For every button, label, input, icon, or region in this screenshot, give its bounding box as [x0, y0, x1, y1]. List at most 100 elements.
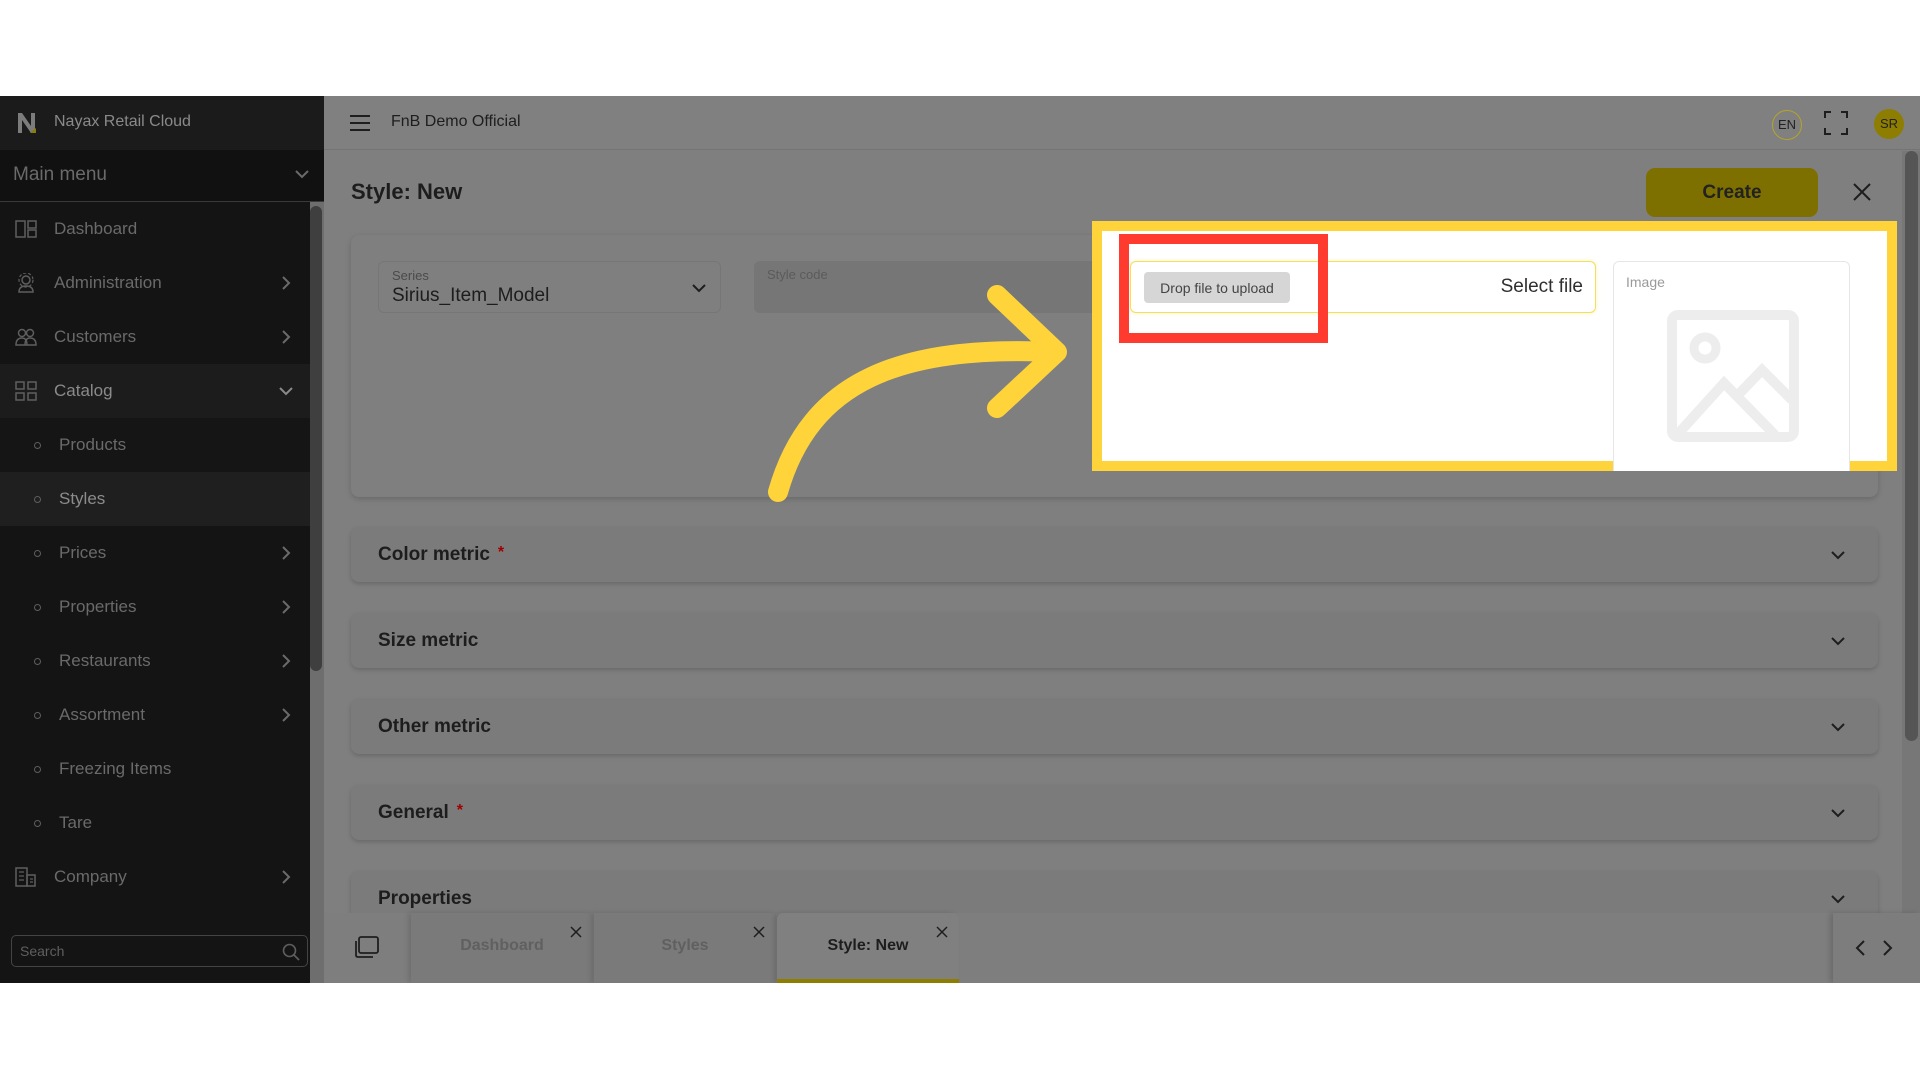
image-label: Image — [1626, 274, 1665, 290]
create-button[interactable]: Create — [1646, 168, 1818, 217]
catalog-grid-icon — [15, 381, 37, 401]
sidebar-item-administration[interactable]: Administration — [0, 256, 310, 310]
sidebar: Nayax Retail Cloud Main menu Dashboard A… — [0, 96, 324, 983]
tab-dashboard[interactable]: Dashboard — [411, 913, 593, 983]
series-label: Series — [392, 268, 429, 283]
sidebar-search — [11, 935, 308, 967]
section-title-text: Other metric — [378, 716, 491, 737]
company-building-icon — [15, 867, 36, 887]
tab-scroll-controls — [1833, 913, 1920, 983]
section-title-text: Properties — [378, 888, 472, 909]
sidebar-item-company[interactable]: Company — [0, 850, 310, 904]
brand-name: Nayax Retail Cloud — [54, 113, 191, 130]
nayax-logo-icon — [18, 113, 36, 133]
close-tab-icon[interactable] — [935, 925, 949, 939]
focus-box — [1119, 234, 1328, 343]
sidebar-item-assortment[interactable]: Assortment — [0, 688, 310, 742]
sidebar-item-dashboard[interactable]: Dashboard — [0, 202, 310, 256]
sidebar-item-customers[interactable]: Customers — [0, 310, 310, 364]
bullet-icon — [34, 550, 41, 557]
language-switcher[interactable]: EN — [1772, 110, 1802, 140]
section-title-text: Color metric — [378, 544, 490, 565]
close-icon[interactable] — [1852, 182, 1872, 202]
dashboard-icon — [15, 220, 37, 238]
sidebar-item-label: Customers — [54, 327, 137, 346]
chevron-down-icon — [1831, 895, 1845, 904]
section-title: Other metric — [378, 716, 499, 738]
open-tabs-bar: Dashboard Styles Style: New — [324, 913, 1920, 983]
sidebar-search-input[interactable] — [20, 941, 260, 961]
bullet-icon — [34, 442, 41, 449]
section-title: Size metric — [378, 630, 486, 652]
customers-icon — [15, 328, 37, 346]
bullet-icon — [34, 820, 41, 827]
sidebar-item-prices[interactable]: Prices — [0, 526, 310, 580]
main-menu-label: Main menu — [13, 164, 107, 185]
sidebar-scrollbar-thumb[interactable] — [310, 206, 322, 671]
sidebar-item-label: Assortment — [59, 705, 145, 724]
top-bar: FnB Demo Official EN SR — [324, 96, 1920, 150]
image-placeholder-icon — [1667, 310, 1799, 442]
tabs-overview-icon[interactable] — [354, 935, 380, 959]
sidebar-item-label: Dashboard — [54, 219, 138, 238]
chevron-down-icon — [1831, 723, 1845, 732]
sidebar-item-label: Tare — [59, 813, 93, 832]
series-select[interactable]: Series Sirius_Item_Model — [378, 261, 721, 313]
close-tab-icon[interactable] — [752, 925, 766, 939]
tab-style-new[interactable]: Style: New — [777, 913, 959, 983]
chevron-right-icon — [282, 276, 291, 290]
sidebar-item-label: Freezing Items — [59, 759, 172, 778]
chevron-right-icon — [282, 330, 291, 344]
series-value: Sirius_Item_Model — [392, 285, 550, 306]
main-menu-toggle[interactable]: Main menu — [0, 150, 324, 202]
active-tab-indicator — [777, 979, 959, 983]
sidebar-item-products[interactable]: Products — [0, 418, 310, 472]
section-title-text: General — [378, 802, 449, 823]
chevron-down-icon — [1831, 551, 1845, 560]
search-icon[interactable] — [281, 942, 301, 962]
chevron-right-icon — [282, 654, 291, 668]
section-general[interactable]: General * — [351, 785, 1878, 840]
chevron-right-icon — [282, 546, 291, 560]
sidebar-item-label: Prices — [59, 543, 107, 562]
sidebar-item-tare[interactable]: Tare — [0, 796, 310, 850]
sidebar-item-label: Administration — [54, 273, 162, 292]
section-color-metric[interactable]: Color metric * — [351, 527, 1878, 582]
hamburger-menu-icon[interactable] — [349, 114, 371, 132]
admin-gear-user-icon — [18, 273, 34, 293]
section-other-metric[interactable]: Other metric — [351, 699, 1878, 754]
required-marker: * — [497, 544, 505, 561]
chevron-down-icon — [1831, 809, 1845, 818]
sidebar-item-label: Restaurants — [59, 651, 151, 670]
tab-label: Dashboard — [460, 937, 544, 954]
select-file-link[interactable]: Select file — [1501, 276, 1583, 298]
sidebar-item-catalog[interactable]: Catalog — [0, 364, 310, 418]
bullet-icon — [34, 712, 41, 719]
section-size-metric[interactable]: Size metric — [351, 613, 1878, 668]
tab-styles[interactable]: Styles — [594, 913, 776, 983]
sidebar-item-freezing-items[interactable]: Freezing Items — [0, 742, 310, 796]
section-title: Color metric * — [378, 544, 504, 566]
chevron-right-icon — [282, 708, 291, 722]
content-scrollbar-thumb[interactable] — [1905, 151, 1918, 741]
bullet-icon — [34, 766, 41, 773]
chevron-down-icon — [279, 387, 293, 396]
bullet-icon — [34, 496, 41, 503]
bullet-icon — [34, 604, 41, 611]
image-preview: Image — [1613, 261, 1850, 471]
chevron-right-icon — [282, 870, 291, 884]
sidebar-item-label: Company — [54, 867, 127, 886]
user-avatar[interactable]: SR — [1874, 109, 1904, 139]
page-title: Style: New — [351, 179, 463, 204]
sidebar-item-restaurants[interactable]: Restaurants — [0, 634, 310, 688]
chevron-right-icon[interactable] — [1879, 939, 1895, 957]
fullscreen-icon[interactable] — [1823, 110, 1849, 136]
chevron-down-icon — [692, 284, 706, 293]
brand-header[interactable]: Nayax Retail Cloud — [0, 96, 324, 150]
sidebar-item-label: Catalog — [54, 381, 113, 400]
chevron-left-icon[interactable] — [1853, 939, 1869, 957]
sidebar-item-properties[interactable]: Properties — [0, 580, 310, 634]
sidebar-item-styles[interactable]: Styles — [0, 472, 310, 526]
close-tab-icon[interactable] — [569, 925, 583, 939]
chevron-down-icon — [295, 170, 309, 179]
